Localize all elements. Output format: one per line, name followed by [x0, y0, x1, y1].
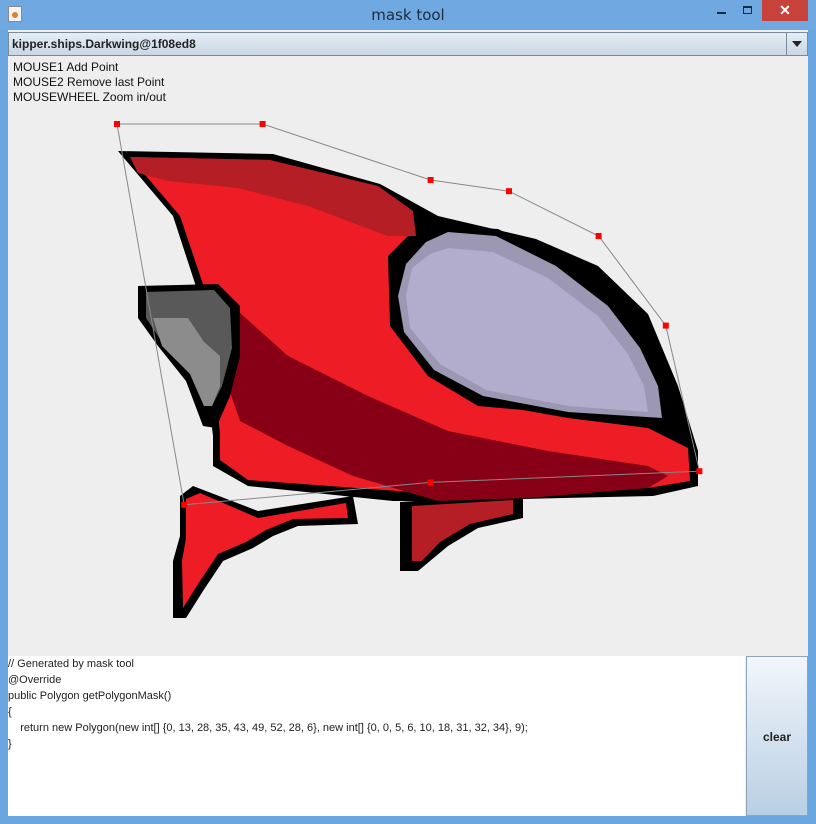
mask-point[interactable]	[181, 501, 188, 508]
mask-point[interactable]	[506, 188, 512, 195]
code-line: public Polygon getPolygonMask()	[8, 690, 172, 702]
mask-point[interactable]	[427, 479, 434, 486]
minimize-button[interactable]	[708, 0, 734, 21]
clear-button[interactable]: clear	[746, 656, 808, 816]
maximize-button[interactable]	[735, 0, 761, 21]
code-line: return new Polygon(new int[] {0, 13, 28,…	[8, 722, 528, 734]
mask-point[interactable]	[662, 322, 669, 329]
mask-point[interactable]	[696, 468, 703, 475]
ship-selector-dropdown[interactable]: kipper.ships.Darkwing@1f08ed8	[8, 32, 808, 56]
mask-point[interactable]	[259, 121, 266, 127]
window-title: mask tool	[371, 6, 445, 24]
mask-point[interactable]	[427, 177, 434, 183]
code-line: }	[8, 738, 12, 750]
title-bar[interactable]: mask tool ✕	[0, 0, 816, 30]
code-line: // Generated by mask tool	[8, 658, 134, 670]
code-line: {	[8, 706, 12, 718]
ship-sprite	[114, 121, 703, 618]
code-line: @Override	[8, 674, 62, 686]
generated-code-textarea[interactable]: // Generated by mask tool @Override publ…	[8, 656, 745, 816]
close-button[interactable]: ✕	[762, 0, 808, 21]
mask-point[interactable]	[114, 121, 120, 127]
mask-point[interactable]	[595, 233, 602, 239]
app-window: mask tool ✕ kipper.ships.Darkwing@1f08ed…	[0, 0, 816, 824]
client-area: kipper.ships.Darkwing@1f08ed8 MOUSE1 Add…	[8, 30, 808, 816]
ship-selector-value: kipper.ships.Darkwing@1f08ed8	[12, 37, 196, 51]
chevron-down-icon[interactable]	[786, 33, 807, 55]
mask-canvas[interactable]: MOUSE1 Add Point MOUSE2 Remove last Poin…	[8, 56, 808, 654]
